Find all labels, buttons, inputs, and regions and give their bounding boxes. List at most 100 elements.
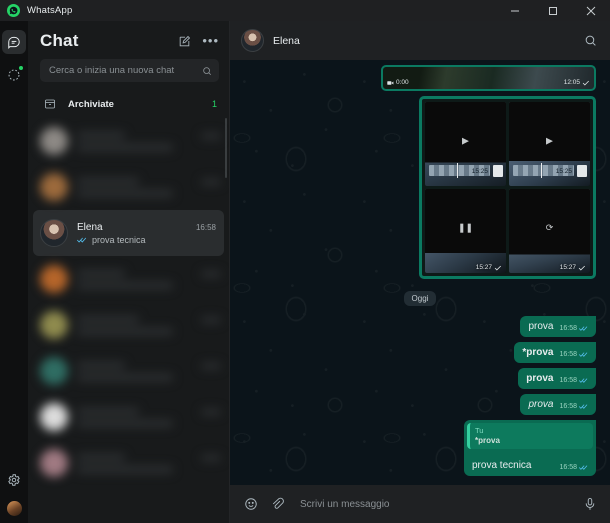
left-navigation-rail <box>0 21 28 523</box>
whatsapp-desktop-window: WhatsApp Chat ••• Cerca o inizia una nuo… <box>0 0 610 523</box>
message-meta: 16:58 <box>559 325 589 332</box>
spinner-icon: ⟳ <box>545 222 554 233</box>
quoted-message[interactable]: Tu *prova <box>467 423 593 449</box>
list-item-name-placeholder <box>77 131 125 139</box>
overflow-menu-icon[interactable]: ••• <box>202 34 219 47</box>
rail-item-settings[interactable] <box>2 468 26 492</box>
list-item-preview-placeholder <box>77 465 173 473</box>
list-item[interactable] <box>28 302 229 348</box>
message-bubble[interactable]: *prova 16:58 <box>514 342 596 363</box>
list-item[interactable] <box>28 256 229 302</box>
page-title: Chat <box>40 31 79 50</box>
media-tile[interactable]: ⟳ 15:27 <box>509 189 590 273</box>
archived-row[interactable]: Archiviate 1 <box>28 90 229 118</box>
message-meta: 16:58 <box>559 351 589 358</box>
quote-text: *prova <box>475 436 500 445</box>
media-tile[interactable]: ▶ 15:25 <box>425 102 506 186</box>
minimize-button[interactable] <box>496 0 534 21</box>
search-icon <box>203 66 212 75</box>
search-input[interactable] <box>49 65 202 76</box>
whatsapp-logo-icon <box>7 4 20 17</box>
single-check-sent-icon <box>582 80 589 86</box>
emoji-smiley-icon[interactable] <box>244 497 258 511</box>
message-text: *prova <box>522 347 554 358</box>
profile-avatar[interactable] <box>6 501 22 516</box>
paperclip-attach-icon[interactable] <box>270 497 284 511</box>
list-item-name: Elena <box>77 221 103 233</box>
message-list[interactable]: 0:00 12:05 ▶ 15:25 ▶ 15:25 ❚❚ 15:27 ⟳ 15… <box>230 60 610 485</box>
list-item-preview-placeholder <box>77 327 173 335</box>
list-item-content <box>77 269 221 289</box>
avatar <box>40 173 68 201</box>
message-bubble[interactable]: prova 16:58 <box>518 368 596 389</box>
list-item-elena[interactable]: Elena 16:58 prova tecnica <box>33 210 224 256</box>
close-button[interactable] <box>572 0 610 21</box>
conversation-header: Elena <box>230 21 610 60</box>
play-icon: ▶ <box>546 135 553 146</box>
list-item[interactable] <box>28 164 229 210</box>
media-tile[interactable]: ❚❚ 15:27 <box>425 189 506 273</box>
list-item-sub <box>77 465 221 473</box>
window-title: WhatsApp <box>27 5 73 16</box>
media-grid-bubble[interactable]: ▶ 15:25 ▶ 15:25 ❚❚ 15:27 ⟳ 15:27 <box>419 96 596 279</box>
list-item-top <box>77 361 221 369</box>
media-badge-icon <box>493 165 503 177</box>
list-item-time-placeholder <box>201 408 221 415</box>
list-item-preview-placeholder <box>77 419 173 427</box>
rail-item-chats[interactable] <box>2 30 26 54</box>
chat-list-scroll[interactable]: Elena 16:58 prova tecnica <box>28 118 229 523</box>
list-item-top <box>77 453 221 461</box>
microphone-icon[interactable] <box>583 497 597 511</box>
search-in-chat-icon <box>585 35 596 46</box>
list-item-content: Elena 16:58 prova tecnica <box>77 222 216 245</box>
avatar <box>40 357 68 385</box>
search-in-chat-button[interactable] <box>584 34 597 47</box>
list-item[interactable] <box>28 118 229 164</box>
list-item-top <box>77 177 221 185</box>
contact-name: Elena <box>273 34 300 47</box>
search-box[interactable] <box>40 59 219 82</box>
reply-message-bubble[interactable]: Tu *prova prova tecnica 16:58 <box>464 420 596 476</box>
single-check-sent-icon <box>578 265 585 271</box>
message-text: prova tecnica <box>472 460 532 471</box>
single-check-sent-icon <box>494 265 501 271</box>
list-item-time-placeholder <box>201 316 221 323</box>
list-item-top <box>77 315 221 323</box>
list-item-name-placeholder <box>77 453 125 461</box>
message-bubble[interactable]: prova 16:58 <box>520 316 596 337</box>
day-divider: Oggi <box>403 291 437 306</box>
chat-list-pane: Chat ••• Cerca o inizia una nuova chat A… <box>28 21 230 523</box>
media-tile[interactable]: ▶ 15:25 <box>509 102 590 186</box>
rail-item-status[interactable] <box>2 63 26 87</box>
maximize-button[interactable] <box>534 0 572 21</box>
avatar[interactable] <box>241 29 264 52</box>
list-item-sub <box>77 419 221 427</box>
archived-count-badge: 1 <box>211 99 217 109</box>
message-composer <box>230 485 610 523</box>
list-item-top <box>77 269 221 277</box>
media-badge-icon <box>577 165 587 177</box>
list-item-preview-placeholder <box>77 281 173 289</box>
list-item[interactable] <box>28 440 229 486</box>
video-message-meta: 12:05 <box>564 79 590 86</box>
avatar <box>40 127 68 155</box>
status-unread-badge <box>18 65 24 71</box>
list-item[interactable] <box>28 348 229 394</box>
list-item-time-placeholder <box>201 454 221 461</box>
list-item-sub: prova tecnica <box>77 235 216 245</box>
list-item-top <box>77 407 221 415</box>
new-chat-compose-icon[interactable] <box>178 35 191 48</box>
play-icon: ▶ <box>462 135 469 146</box>
message-text: prova <box>528 321 554 332</box>
list-item-content <box>77 315 221 335</box>
avatar <box>40 219 68 247</box>
list-item-sub <box>77 373 221 381</box>
message-input[interactable] <box>300 498 571 510</box>
video-message-bubble[interactable]: 0:00 12:05 <box>381 65 596 91</box>
avatar <box>40 311 68 339</box>
video-duration: 0:00 <box>387 79 409 86</box>
double-check-read-icon <box>579 377 589 384</box>
list-item-name-placeholder <box>77 315 139 323</box>
message-bubble[interactable]: prova 16:58 <box>520 394 596 415</box>
list-item[interactable] <box>28 394 229 440</box>
